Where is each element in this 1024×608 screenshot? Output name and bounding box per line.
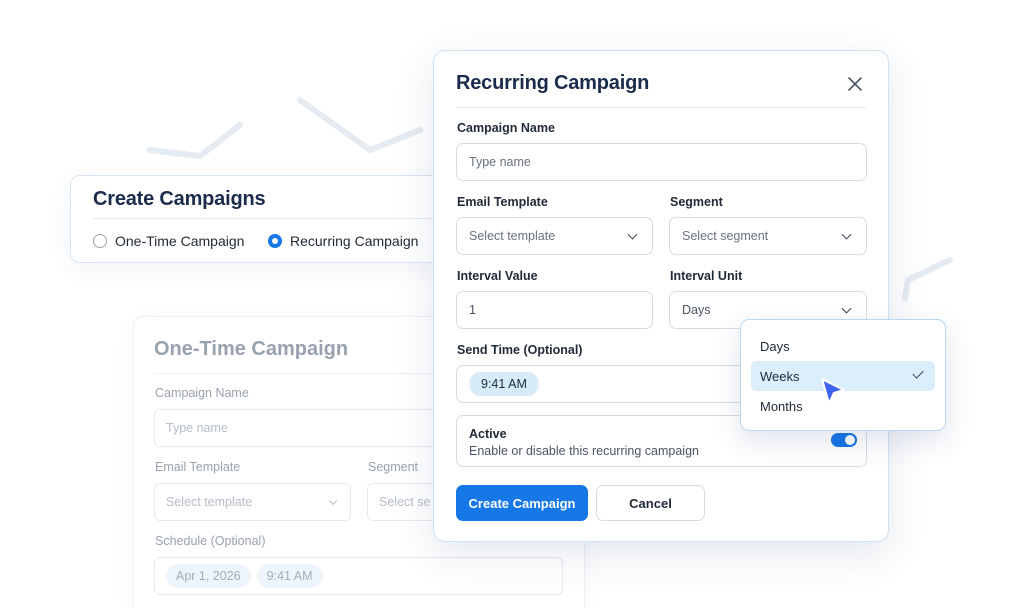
radio-circle[interactable] <box>93 234 107 248</box>
ot-email-template-placeholder: Select template <box>166 495 253 509</box>
ot-campaign-name-placeholder: Type name <box>166 421 228 435</box>
email-template-select[interactable]: Select template <box>456 217 653 255</box>
ot-email-template-select[interactable]: Select template <box>154 483 351 521</box>
interval-unit-dropdown: Days Weeks Months <box>740 319 946 431</box>
ot-schedule-label: Schedule (Optional) <box>155 534 266 548</box>
ot-time-chip[interactable]: 9:41 AM <box>256 564 323 588</box>
cursor-icon <box>820 377 846 406</box>
radio-recurring-label: Recurring Campaign <box>290 233 419 249</box>
chevron-down-icon <box>627 229 638 240</box>
recurring-campaign-modal: Recurring Campaign Campaign Name Type na… <box>433 50 889 542</box>
divider <box>456 107 866 108</box>
create-campaigns-card: Create Campaigns One-Time Campaign Recur… <box>70 175 450 263</box>
campaign-name-input[interactable]: Type name <box>456 143 867 181</box>
create-campaign-button[interactable]: Create Campaign <box>456 485 588 521</box>
divider <box>93 218 449 219</box>
chevron-down-icon <box>841 229 852 240</box>
segment-placeholder: Select segment <box>682 229 769 243</box>
interval-value-input[interactable]: 1 <box>456 291 653 329</box>
active-description: Enable or disable this recurring campaig… <box>469 444 699 458</box>
ot-segment-label: Segment <box>368 460 419 474</box>
modal-title: Recurring Campaign <box>456 72 650 94</box>
ot-schedule-field[interactable]: Apr 1, 2026 9:41 AM <box>154 557 563 595</box>
dropdown-option-days[interactable]: Days <box>751 331 935 361</box>
radio-one-time[interactable]: One-Time Campaign <box>93 233 244 249</box>
chevron-down-icon <box>841 303 852 314</box>
toggle-knob <box>845 435 855 445</box>
interval-value-label: Interval Value <box>457 269 538 283</box>
divider <box>154 373 444 374</box>
send-time-label: Send Time (Optional) <box>457 343 583 357</box>
interval-value-text: 1 <box>469 303 476 317</box>
one-time-title: One-Time Campaign <box>154 338 349 360</box>
ot-campaign-name-label: Campaign Name <box>155 386 249 400</box>
ot-campaign-name-input[interactable]: Type name <box>154 409 444 447</box>
radio-recurring[interactable]: Recurring Campaign <box>268 233 418 249</box>
radio-circle-checked[interactable] <box>268 234 282 248</box>
active-toggle[interactable] <box>831 433 857 447</box>
active-title: Active <box>469 427 507 441</box>
email-template-placeholder: Select template <box>469 229 556 243</box>
segment-select[interactable]: Select segment <box>669 217 867 255</box>
dropdown-option-weeks-label: Weeks <box>760 368 800 384</box>
interval-unit-label: Interval Unit <box>670 269 743 283</box>
campaign-name-label: Campaign Name <box>457 121 555 135</box>
cancel-button[interactable]: Cancel <box>596 485 705 521</box>
chevron-down-icon <box>328 496 338 506</box>
create-campaigns-title: Create Campaigns <box>93 188 266 210</box>
ot-date-chip[interactable]: Apr 1, 2026 <box>166 564 251 588</box>
email-template-label: Email Template <box>457 195 548 209</box>
radio-one-time-label: One-Time Campaign <box>115 233 245 249</box>
send-time-chip[interactable]: 9:41 AM <box>469 372 539 396</box>
check-icon <box>912 367 924 379</box>
campaign-name-placeholder: Type name <box>469 155 531 169</box>
segment-label: Segment <box>670 195 723 209</box>
ot-email-template-label: Email Template <box>155 460 241 474</box>
close-icon[interactable] <box>844 73 866 95</box>
interval-unit-value: Days <box>682 303 711 317</box>
ot-segment-placeholder: Select se <box>379 495 431 509</box>
